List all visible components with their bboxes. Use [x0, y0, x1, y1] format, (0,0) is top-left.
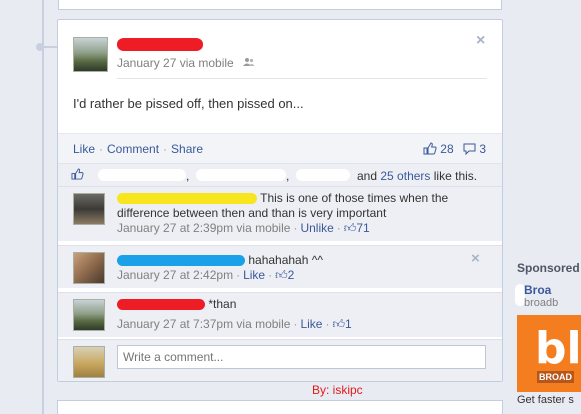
separator-dot: ·: [236, 268, 241, 282]
ad-image-logo: bl: [535, 323, 581, 374]
thumbs-up-icon: 👍︎: [275, 268, 288, 282]
comment-meta: January 27 at 2:39pm via mobile · Unlike · 👍…: [117, 221, 482, 236]
thumbs-up-icon: [423, 142, 437, 156]
next-story-edge: [57, 400, 503, 414]
close-icon[interactable]: ×: [471, 250, 480, 267]
like-link[interactable]: Like: [243, 268, 265, 282]
like-link[interactable]: Like: [300, 317, 322, 331]
comment-like-count[interactable]: 2: [288, 268, 295, 282]
friends-icon: [243, 57, 255, 70]
liker-name-redaction: [98, 169, 186, 181]
timeline-dot: [36, 43, 44, 51]
timeline-line: [42, 0, 44, 414]
commenter-avatar[interactable]: [73, 252, 105, 284]
comment-timestamp[interactable]: January 27 at 2:39pm via mobile: [117, 221, 290, 235]
ad-image[interactable]: bl BROAD: [517, 315, 581, 392]
separator-dot: ·: [325, 317, 330, 331]
write-comment-row: [58, 339, 502, 381]
comment-item: *than January 27 at 7:37pm via mobile · Li…: [58, 292, 502, 337]
comment-text: hahahahah ^^: [248, 253, 324, 267]
others-link[interactable]: 25 others: [380, 169, 430, 183]
thumbs-up-icon: [71, 168, 84, 183]
comment-meta: January 27 at 7:37pm via mobile · Like · 👍︎1: [117, 317, 482, 332]
comment-input[interactable]: [117, 345, 486, 369]
comment-like-count[interactable]: 71: [356, 221, 369, 235]
comment-text: *than: [208, 297, 237, 311]
header-divider: [117, 78, 487, 79]
likes-comma: ,: [286, 169, 290, 183]
post-counts: 28 3: [423, 142, 486, 156]
author-name-redaction: [117, 38, 203, 51]
post-timestamp[interactable]: January 27 via mobile: [117, 56, 234, 70]
ad-image-caption: BROAD: [537, 371, 574, 383]
timeline-connector: [44, 46, 58, 48]
share-link[interactable]: Share: [171, 142, 203, 156]
comment-timestamp[interactable]: January 27 at 2:42pm: [117, 268, 233, 282]
ad-text: Get faster s: [517, 394, 574, 406]
commenter-name-redaction: [117, 299, 205, 311]
comment-link[interactable]: Comment: [107, 142, 159, 156]
close-icon[interactable]: ×: [476, 32, 485, 50]
ad-title[interactable]: Broa: [524, 283, 551, 297]
comment-item: This is one of those times when the diff…: [58, 186, 502, 241]
commenter-name-redaction: [117, 193, 257, 205]
comment-bubble-icon: [463, 142, 476, 156]
unlike-link[interactable]: Unlike: [300, 221, 333, 235]
comment-meta: January 27 at 2:42pm · Like · 👍︎2: [117, 268, 482, 283]
comment-count[interactable]: 3: [479, 142, 486, 156]
like-count[interactable]: 28: [440, 142, 453, 156]
action-bar: Like · Comment · Share 28 3: [58, 133, 502, 163]
likes-comma: ,: [186, 169, 190, 183]
status-text: I'd rather be pissed off, then pissed on…: [73, 96, 304, 111]
commenter-name-redaction: [117, 255, 245, 267]
separator-dot: ·: [293, 221, 298, 235]
like-link[interactable]: Like: [73, 142, 95, 156]
likes-text: and 25 others like this.: [357, 169, 477, 183]
likes-and: and: [357, 169, 378, 183]
thumbs-up-icon: 👍︎: [343, 221, 357, 235]
ad-url[interactable]: broadb: [524, 297, 558, 309]
timeline-story: January 27 via mobile × I'd rather be pi…: [57, 19, 503, 382]
comment-timestamp[interactable]: January 27 at 7:37pm via mobile: [117, 317, 290, 331]
post-meta: January 27 via mobile: [117, 56, 255, 70]
separator-dot: ·: [99, 142, 104, 156]
separator-dot: ·: [336, 221, 341, 235]
commenter-avatar[interactable]: [73, 299, 105, 331]
likes-suffix: like this.: [433, 169, 478, 183]
separator-dot: ·: [268, 268, 273, 282]
thumbs-up-icon: 👍︎: [332, 317, 345, 331]
comment-like-count[interactable]: 1: [345, 317, 352, 331]
comment-item: hahahahah ^^ January 27 at 2:42pm · Like · 👍…: [58, 245, 502, 288]
liker-name-redaction: [296, 169, 350, 181]
previous-story-edge: [58, 0, 502, 10]
separator-dot: ·: [163, 142, 168, 156]
author-avatar[interactable]: [73, 37, 108, 72]
commenter-avatar[interactable]: [73, 193, 105, 225]
credit-text: By: iskipc: [312, 383, 363, 397]
sponsored-heading: Sponsored: [517, 261, 580, 275]
liker-name-redaction: [196, 169, 286, 181]
separator-dot: ·: [293, 317, 298, 331]
likes-summary: , , and 25 others like this.: [58, 163, 502, 186]
viewer-avatar: [73, 346, 105, 378]
